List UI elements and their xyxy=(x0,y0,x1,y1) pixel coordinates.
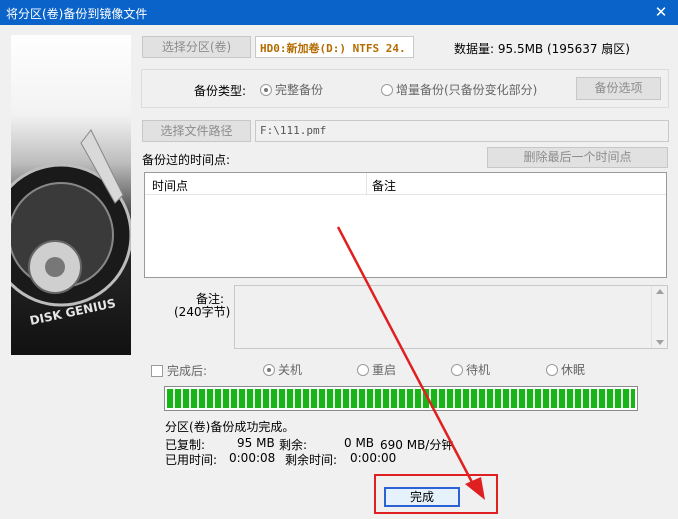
timepoints-label: 备份过的时间点: xyxy=(142,153,231,167)
disk-genius-image: DISK GENIUS xyxy=(11,35,131,355)
column-header-timepoint[interactable]: 时间点 xyxy=(152,177,188,194)
table-header: 时间点 备注 xyxy=(145,173,666,195)
backup-type-label: 备份类型: xyxy=(194,84,247,98)
copied-value: 95 MB xyxy=(237,436,275,450)
window-title: 将分区(卷)备份到镜像文件 xyxy=(6,7,148,21)
full-backup-radio[interactable]: 完整备份 xyxy=(260,81,323,98)
scroll-up-icon[interactable] xyxy=(656,289,664,294)
status-message: 分区(卷)备份成功完成。 xyxy=(165,420,295,434)
hibernate-radio[interactable]: 休眠 xyxy=(546,361,585,378)
partition-info-field: HD0:新加卷(D:) NTFS 24. xyxy=(255,36,414,58)
data-amount-text: 数据量: 95.5MB (195637 扇区) xyxy=(454,42,630,56)
note-textarea[interactable] xyxy=(234,285,668,349)
note-limit-label: (240字节) xyxy=(174,305,231,319)
full-backup-label: 完整备份 xyxy=(275,83,324,97)
after-complete-checkbox[interactable]: 完成后: xyxy=(151,362,207,379)
remaining-value: 0 MB xyxy=(344,436,375,450)
radio-icon xyxy=(546,363,558,376)
progress-fill xyxy=(167,389,635,408)
restart-label: 重启 xyxy=(372,363,397,377)
timepoints-table[interactable]: 时间点 备注 xyxy=(144,172,667,278)
column-header-note[interactable]: 备注 xyxy=(372,177,396,194)
hibernate-label: 休眠 xyxy=(561,363,586,377)
incremental-backup-radio[interactable]: 增量备份(只备份变化部分) xyxy=(381,81,537,98)
column-divider xyxy=(366,173,367,195)
note-scrollbar[interactable] xyxy=(651,286,667,348)
restart-radio[interactable]: 重启 xyxy=(357,361,396,378)
elapsed-value: 0:00:08 xyxy=(229,451,276,465)
title-bar: 将分区(卷)备份到镜像文件 ✕ xyxy=(0,0,678,25)
done-button[interactable]: 完成 xyxy=(384,487,460,507)
radio-icon xyxy=(381,83,393,96)
delete-last-timepoint-button[interactable]: 删除最后一个时间点 xyxy=(487,147,668,168)
remaining-time-value: 0:00:00 xyxy=(350,451,397,465)
radio-selected-icon xyxy=(263,363,275,376)
remaining-time-label: 剩余时间: xyxy=(285,453,338,467)
standby-label: 待机 xyxy=(466,363,491,377)
progress-bar xyxy=(164,386,638,411)
backup-options-button[interactable]: 备份选项 xyxy=(576,77,661,100)
checkbox-icon xyxy=(151,364,163,377)
after-complete-label: 完成后: xyxy=(167,364,208,378)
select-partition-button[interactable]: 选择分区(卷) xyxy=(142,36,251,58)
standby-radio[interactable]: 待机 xyxy=(451,361,490,378)
shutdown-label: 关机 xyxy=(278,363,303,377)
select-file-path-button[interactable]: 选择文件路径 xyxy=(142,120,251,142)
radio-icon xyxy=(357,363,369,376)
close-icon[interactable]: ✕ xyxy=(644,0,678,25)
shutdown-radio[interactable]: 关机 xyxy=(263,361,302,378)
scroll-down-icon[interactable] xyxy=(656,340,664,345)
radio-icon xyxy=(451,363,463,376)
file-path-field[interactable]: F:\111.pmf xyxy=(255,120,669,142)
radio-selected-icon xyxy=(260,83,272,96)
incremental-backup-label: 增量备份(只备份变化部分) xyxy=(396,83,538,97)
elapsed-label: 已用时间: xyxy=(165,453,218,467)
